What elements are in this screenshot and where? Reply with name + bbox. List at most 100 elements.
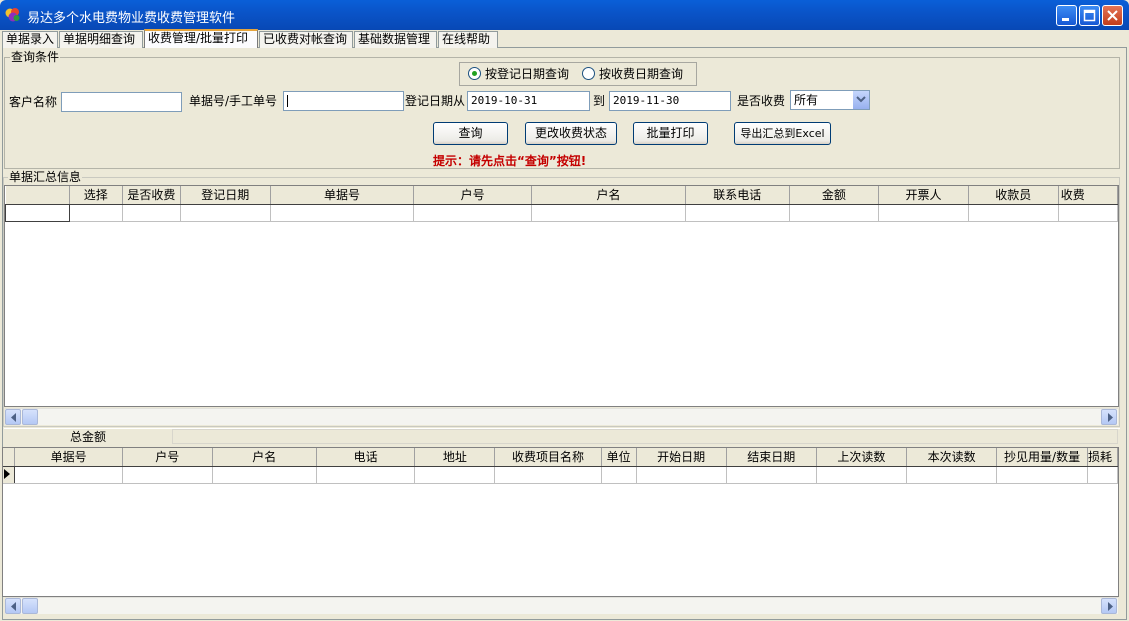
- tab-paid-reconciliation[interactable]: 已收费对帐查询: [259, 31, 353, 48]
- column-header[interactable]: 选择: [69, 186, 123, 205]
- minimize-button[interactable]: [1056, 5, 1077, 26]
- table-cell[interactable]: [122, 466, 213, 484]
- column-header[interactable]: 地址: [414, 448, 496, 467]
- table-cell[interactable]: [726, 466, 817, 484]
- paid-status-label: 是否收费: [737, 94, 786, 108]
- column-header[interactable]: 开票人: [878, 186, 969, 205]
- table-row[interactable]: [5, 203, 1118, 222]
- table-cell[interactable]: [878, 204, 969, 222]
- table-row[interactable]: [3, 466, 1118, 484]
- close-button[interactable]: [1102, 5, 1123, 26]
- scroll-left-button[interactable]: [5, 409, 21, 425]
- column-header[interactable]: 户名: [531, 186, 686, 205]
- tab-basic-data[interactable]: 基础数据管理: [354, 31, 437, 48]
- column-header[interactable]: 损耗: [1087, 448, 1118, 467]
- table-cell[interactable]: [316, 466, 416, 484]
- scroll-thumb[interactable]: [22, 598, 38, 614]
- table-cell[interactable]: [14, 466, 123, 484]
- table-cell[interactable]: [789, 204, 880, 222]
- table-cell[interactable]: [414, 466, 496, 484]
- bill-no-label: 单据号/手工单号: [189, 94, 278, 108]
- row-pointer-icon: [3, 466, 16, 484]
- column-header[interactable]: 联系电话: [685, 186, 790, 205]
- arrow-left-icon: [11, 602, 16, 611]
- paid-status-select[interactable]: 所有: [790, 90, 870, 110]
- column-header[interactable]: 单据号: [14, 448, 123, 467]
- table-cell[interactable]: [413, 204, 533, 222]
- tab-bill-detail-query[interactable]: 单据明细查询: [59, 31, 143, 48]
- table-cell[interactable]: [1087, 466, 1118, 484]
- table-cell[interactable]: [906, 466, 998, 484]
- column-header[interactable]: 本次读数: [906, 448, 998, 467]
- scroll-thumb[interactable]: [22, 409, 38, 425]
- hint-text: 提示：请先点击“查询”按钮!: [433, 154, 587, 168]
- table-cell[interactable]: [996, 466, 1088, 484]
- radio-by-register-date[interactable]: 按登记日期查询: [468, 67, 569, 81]
- column-header[interactable]: 收费项目名称: [494, 448, 602, 467]
- table-cell[interactable]: [968, 204, 1059, 222]
- chevron-down-icon[interactable]: [852, 91, 869, 109]
- column-header[interactable]: 是否收费: [122, 186, 181, 205]
- change-status-button[interactable]: 更改收费状态: [525, 122, 617, 145]
- text-cursor: [287, 95, 288, 107]
- scroll-right-button[interactable]: [1101, 598, 1117, 614]
- date-to-label: 到: [593, 94, 606, 108]
- table-cell[interactable]: [685, 204, 790, 222]
- column-header[interactable]: 户名: [212, 448, 317, 467]
- summary-title: 单据汇总信息: [8, 170, 83, 184]
- table-cell[interactable]: [494, 466, 602, 484]
- detail-table: 单据号 户号 户名 电话 地址 收费项目名称 单位 开始日期 结束日期 上次读数…: [3, 448, 1118, 484]
- column-header[interactable]: 上次读数: [816, 448, 908, 467]
- table-cell[interactable]: [636, 466, 727, 484]
- scroll-right-button[interactable]: [1101, 409, 1117, 425]
- customer-name-input[interactable]: [61, 92, 182, 112]
- row-indicator[interactable]: [5, 203, 70, 222]
- table-cell[interactable]: [1058, 204, 1118, 222]
- scroll-left-button[interactable]: [5, 598, 21, 614]
- bill-no-input[interactable]: [283, 91, 404, 111]
- column-header[interactable]: 金额: [789, 186, 880, 205]
- title-bar: 易达多个水电费物业费收费管理软件: [0, 0, 1129, 30]
- total-amount-label: 总金额: [70, 430, 107, 444]
- column-header[interactable]: 开始日期: [636, 448, 727, 467]
- tab-bill-entry[interactable]: 单据录入: [2, 31, 58, 48]
- table-cell[interactable]: [531, 204, 686, 222]
- table-cell[interactable]: [180, 204, 271, 222]
- date-mode-radio-group: 按登记日期查询 按收费日期查询: [459, 62, 697, 86]
- arrow-right-icon: [1108, 413, 1113, 422]
- date-from-input[interactable]: 2019-10-31: [467, 91, 590, 111]
- column-header[interactable]: 户号: [122, 448, 213, 467]
- tab-charge-management[interactable]: 收费管理/批量打印: [144, 29, 258, 48]
- header-corner: [5, 186, 70, 205]
- table-cell[interactable]: [816, 466, 908, 484]
- table-cell[interactable]: [122, 204, 181, 222]
- date-from-label: 登记日期从: [405, 94, 466, 108]
- column-header[interactable]: 登记日期: [180, 186, 271, 205]
- window-title: 易达多个水电费物业费收费管理软件: [27, 11, 236, 26]
- column-header[interactable]: 单据号: [270, 186, 415, 205]
- detail-hscrollbar[interactable]: [5, 597, 1118, 614]
- query-button[interactable]: 查询: [433, 122, 508, 145]
- column-header[interactable]: 电话: [316, 448, 416, 467]
- column-header[interactable]: 户号: [413, 186, 533, 205]
- column-header[interactable]: 结束日期: [726, 448, 817, 467]
- radio-unchecked-icon: [582, 67, 595, 80]
- tab-online-help[interactable]: 在线帮助: [438, 31, 498, 48]
- date-to-input[interactable]: 2019-11-30: [609, 91, 731, 111]
- batch-print-button[interactable]: 批量打印: [633, 122, 708, 145]
- table-cell[interactable]: [212, 466, 317, 484]
- header-corner: [3, 448, 16, 467]
- maximize-button[interactable]: [1079, 5, 1100, 26]
- close-icon: [1107, 10, 1118, 21]
- radio-by-payment-date[interactable]: 按收费日期查询: [582, 67, 683, 81]
- column-header[interactable]: 抄见用量/数量: [996, 448, 1088, 467]
- column-header[interactable]: 单位: [601, 448, 637, 467]
- column-header[interactable]: 收款员: [968, 186, 1059, 205]
- summary-hscrollbar[interactable]: [5, 408, 1118, 425]
- table-cell[interactable]: [601, 466, 637, 484]
- table-cell[interactable]: [270, 204, 415, 222]
- column-header[interactable]: 收费: [1058, 186, 1118, 205]
- table-cell[interactable]: [69, 204, 123, 222]
- export-excel-button[interactable]: 导出汇总到Excel: [734, 122, 831, 145]
- customer-name-label: 客户名称: [9, 95, 58, 109]
